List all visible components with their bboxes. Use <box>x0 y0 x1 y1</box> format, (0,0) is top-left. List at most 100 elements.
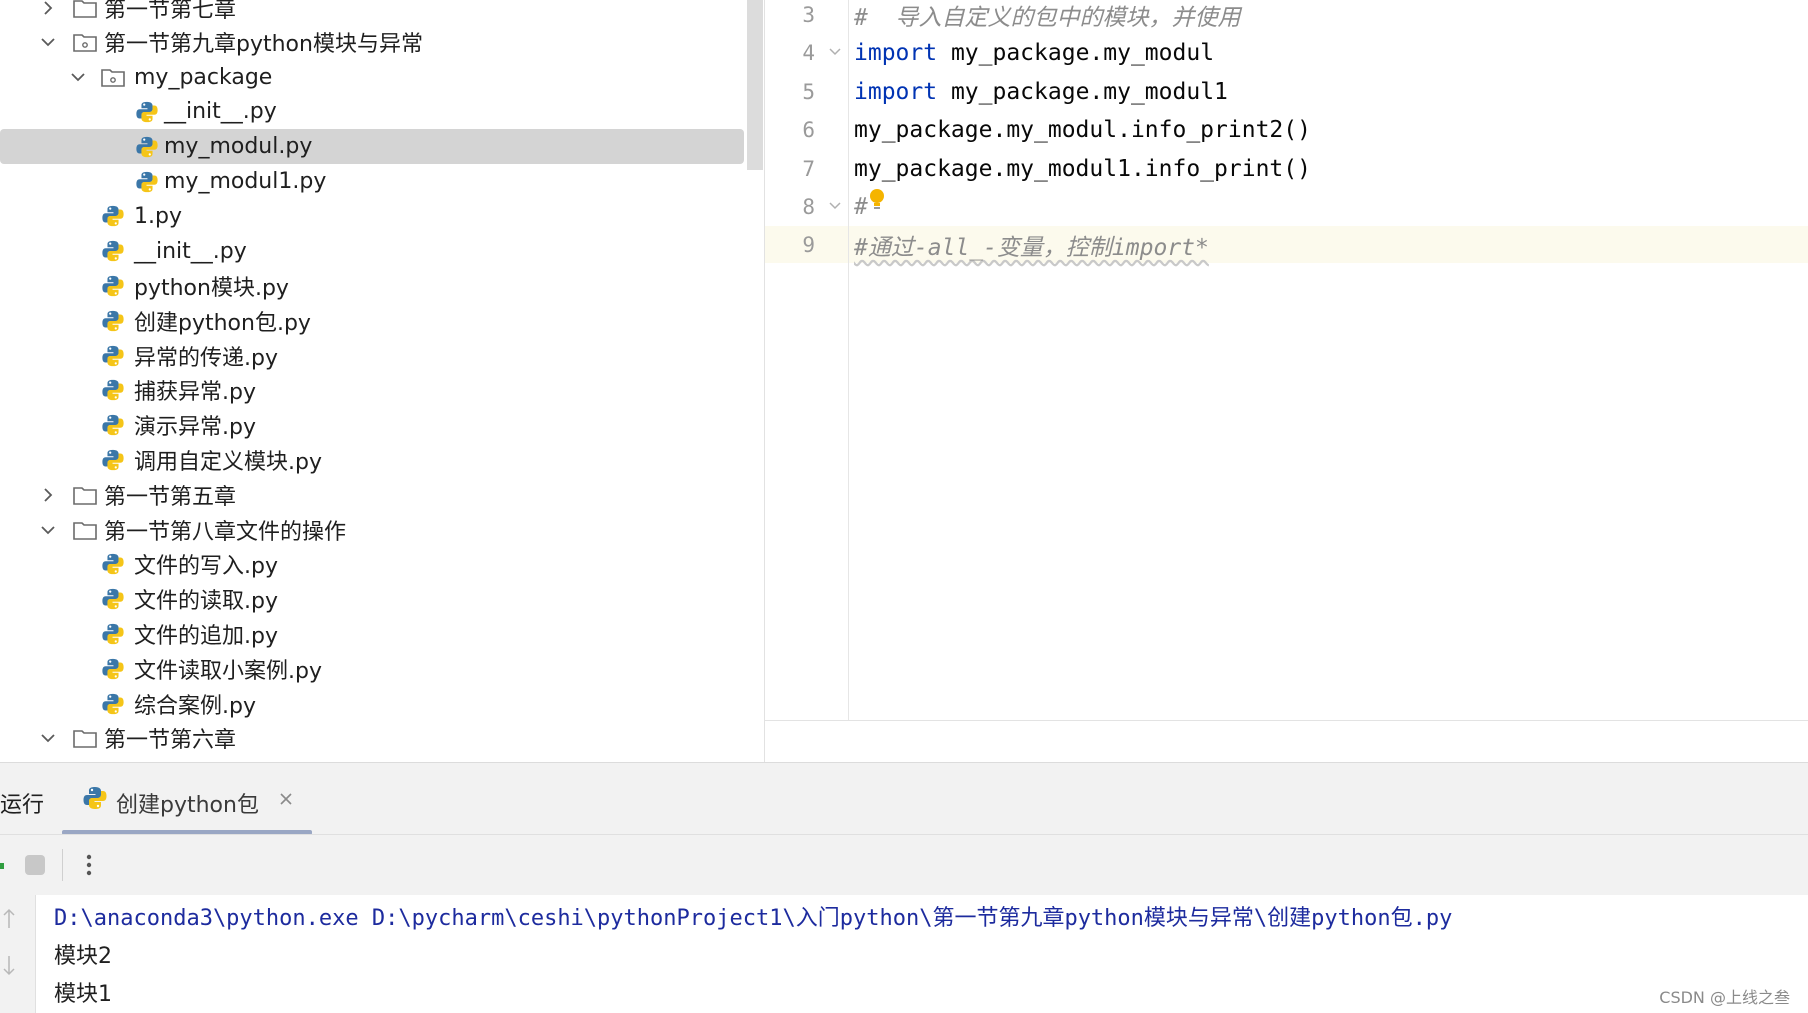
tree-item[interactable]: 演示异常.py <box>0 408 744 443</box>
tree-item-label: 调用自定义模块.py <box>134 449 322 475</box>
tree-item-label: my_modul1.py <box>164 169 327 194</box>
code-text: my_package.my_modul1 <box>937 78 1228 105</box>
code-line[interactable]: import my_package.my_modul <box>854 34 1214 72</box>
code-line[interactable]: import my_package.my_modul1 <box>854 73 1228 111</box>
line-number: 9 <box>802 233 815 258</box>
tree-item[interactable]: 文件读取小案例.py <box>0 651 744 686</box>
tree-item[interactable]: my_modul1.py <box>0 164 744 199</box>
package-folder-icon <box>72 29 98 55</box>
fold-marker-icon[interactable] <box>828 199 842 213</box>
code-text: my_package.my_modul1.info_print() <box>854 155 1311 182</box>
python-file-icon <box>100 238 126 264</box>
tree-item[interactable]: 文件的写入.py <box>0 547 744 582</box>
tree-item[interactable]: 第一节第五章 <box>0 477 744 512</box>
tree-item[interactable]: __init__.py <box>0 234 744 269</box>
code-comment: #通过-all_-变量，控制import* <box>854 235 1209 262</box>
tree-item-label: 演示异常.py <box>134 415 256 441</box>
run-panel-title[interactable]: 运行 <box>0 787 44 819</box>
tree-item-label: 文件的写入.py <box>134 554 278 580</box>
toolbar-separator <box>62 849 63 881</box>
python-file-icon <box>100 412 126 438</box>
folder-icon <box>72 725 98 751</box>
scroll-up-icon[interactable] <box>2 907 16 931</box>
lightbulb-icon[interactable] <box>868 188 886 214</box>
tree-item[interactable]: 创建python包.py <box>0 303 744 338</box>
tree-item[interactable]: 捕获异常.py <box>0 373 744 408</box>
chevron-right-icon[interactable] <box>38 485 58 505</box>
watermark: CSDN @上线之叁 <box>1659 988 1790 1007</box>
folder-icon <box>72 482 98 508</box>
rerun-icon[interactable] <box>0 863 4 869</box>
tree-item[interactable]: __init__.py <box>0 94 744 129</box>
python-file-icon <box>134 99 160 125</box>
line-number: 4 <box>802 41 815 66</box>
python-file-icon <box>134 134 160 160</box>
run-tab[interactable]: 创建python包 <box>62 763 312 835</box>
python-file-icon <box>100 273 126 299</box>
line-number: 3 <box>802 3 815 27</box>
line-number: 8 <box>802 195 815 219</box>
tree-item-label: 第一节第九章python模块与异常 <box>104 32 423 58</box>
tree-item[interactable]: 调用自定义模块.py <box>0 442 744 477</box>
tree-item-label: 异常的传递.py <box>134 345 278 371</box>
console-command-line: D:\anaconda3\python.exe D:\pycharm\ceshi… <box>54 906 1453 931</box>
tree-item-label: 创建python包.py <box>134 310 311 336</box>
python-file-icon <box>100 447 126 473</box>
tree-item[interactable]: 1.py <box>0 199 744 234</box>
python-file-icon <box>100 377 126 403</box>
tree-item-label: 第一节第五章 <box>104 484 237 510</box>
tree-item[interactable]: my_modul.py <box>0 129 744 165</box>
run-tool-window-header: 运行 创建python包 <box>0 762 1808 835</box>
folder-icon <box>72 517 98 543</box>
python-file-icon <box>100 621 126 647</box>
line-number: 5 <box>802 79 815 104</box>
python-file-icon <box>100 308 126 334</box>
tree-item-label: 第一节第八章文件的操作 <box>104 519 347 545</box>
code-line[interactable]: # 导入自定义的包中的模块，并使用 <box>854 0 1241 34</box>
tree-item[interactable]: my_package <box>0 60 744 95</box>
line-number: 6 <box>802 118 815 143</box>
code-line[interactable]: #通过-all_-变量，控制import* <box>854 226 1209 264</box>
tree-item-label: 捕获异常.py <box>134 380 256 406</box>
tree-item[interactable]: 文件的读取.py <box>0 582 744 617</box>
tree-item-label: my_modul.py <box>164 134 313 160</box>
code-text: my_package.my_modul.info_print2() <box>854 117 1311 144</box>
tree-item[interactable]: 异常的传递.py <box>0 338 744 373</box>
code-line[interactable]: my_package.my_modul1.info_print() <box>854 150 1311 188</box>
python-file-icon <box>100 691 126 717</box>
more-options-icon[interactable] <box>84 851 94 879</box>
tree-item[interactable]: 第一节第七章 <box>0 0 744 25</box>
tree-item-label: python模块.py <box>134 275 289 301</box>
fold-marker-icon[interactable] <box>828 45 842 59</box>
editor-bottom-border <box>765 720 1808 721</box>
console-output-line: 模块1 <box>54 982 112 1007</box>
package-folder-icon <box>100 64 126 90</box>
chevron-down-icon[interactable] <box>38 32 58 52</box>
code-comment: # 导入自定义的包中的模块，并使用 <box>854 5 1241 31</box>
tree-item[interactable]: 文件的追加.py <box>0 616 744 651</box>
code-line[interactable]: my_package.my_modul.info_print2() <box>854 111 1311 149</box>
chevron-down-icon[interactable] <box>38 520 58 540</box>
chevron-right-icon[interactable] <box>38 0 58 18</box>
tree-item[interactable]: 综合案例.py <box>0 686 744 721</box>
stop-icon[interactable] <box>25 855 45 875</box>
tree-item-label: __init__.py <box>164 99 277 125</box>
chevron-down-icon[interactable] <box>38 728 58 748</box>
python-file-icon <box>100 551 126 577</box>
scroll-down-icon[interactable] <box>2 953 16 977</box>
editor-gutter-separator <box>848 0 849 720</box>
code-comment: # <box>854 194 868 220</box>
folder-icon <box>72 0 98 21</box>
tree-item[interactable]: 第一节第九章python模块与异常 <box>0 25 744 60</box>
python-file-icon <box>100 586 126 612</box>
close-icon[interactable] <box>278 791 294 807</box>
tree-item-label: 综合案例.py <box>134 693 256 719</box>
run-tab-label: 创建python包 <box>116 793 259 818</box>
tree-scrollbar[interactable] <box>747 0 763 170</box>
code-line[interactable]: # <box>854 188 868 226</box>
tree-item[interactable]: 第一节第八章文件的操作 <box>0 512 744 547</box>
tree-item[interactable]: python模块.py <box>0 268 744 303</box>
chevron-down-icon[interactable] <box>68 67 88 87</box>
tree-item[interactable]: 第一节第六章 <box>0 721 744 756</box>
tree-item-label: 第一节第七章 <box>104 0 237 23</box>
